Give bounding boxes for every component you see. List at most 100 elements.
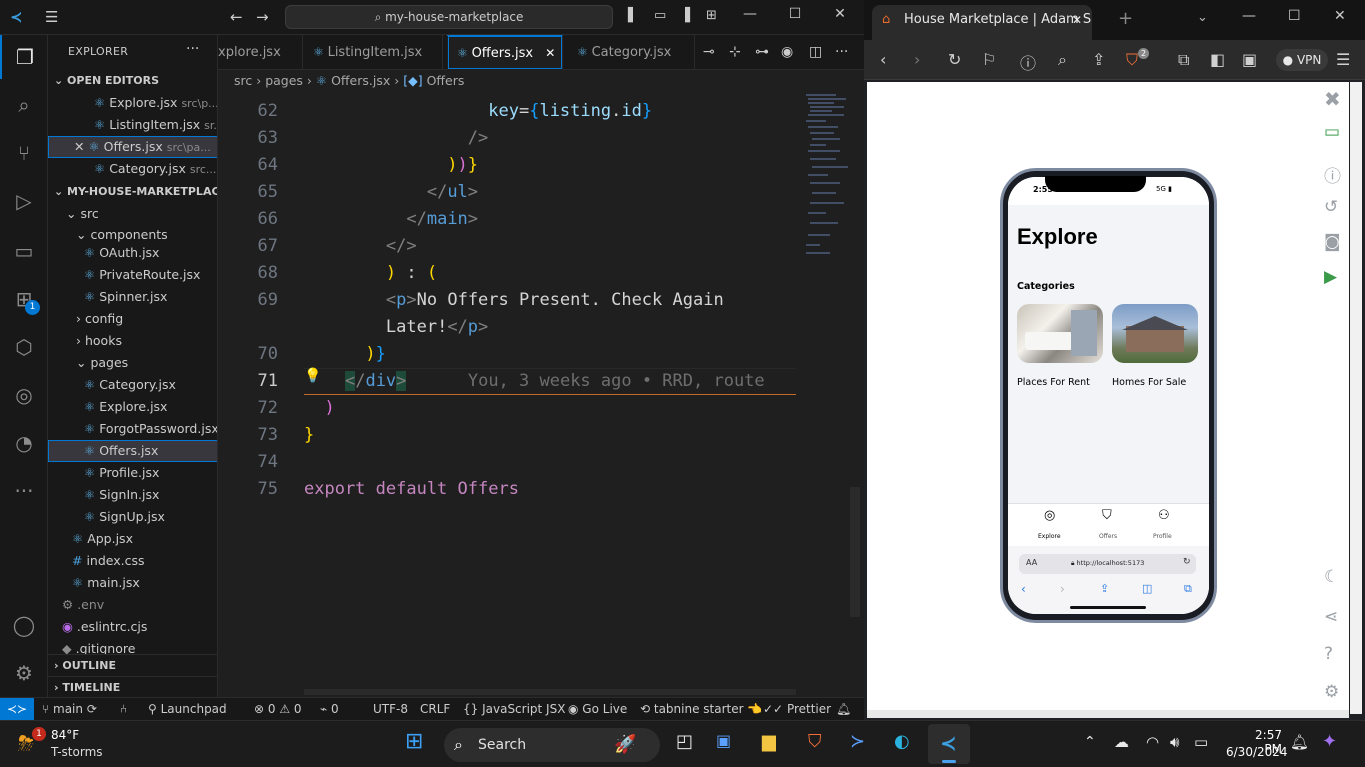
search-icon[interactable]: ⌕ — [0, 83, 48, 127]
extensions-icon[interactable]: ⊞ — [0, 277, 48, 321]
more-actions-icon[interactable]: ··· — [835, 44, 848, 60]
forward-icon[interactable]: › — [914, 50, 920, 69]
breadcrumb-item[interactable]: src — [234, 73, 252, 88]
file-explorer-icon[interactable]: ▆ — [762, 731, 776, 752]
windows-start-icon[interactable]: ⊞ — [405, 729, 423, 754]
battery-icon[interactable]: ▭ — [1194, 733, 1208, 751]
horizontal-scrollbar[interactable] — [867, 710, 1349, 718]
show-hidden-icons-chevron-icon[interactable]: ⌃ — [1084, 734, 1096, 750]
remote-explorer-icon[interactable]: ▭ — [0, 229, 48, 273]
forward-arrow-icon[interactable]: → — [256, 8, 269, 26]
device-new-icon[interactable]: ▭ — [1324, 122, 1340, 142]
file-item-selected[interactable]: ⚛ Offers.jsx — [48, 440, 217, 462]
vscode-taskbar-button[interactable]: ≺ — [928, 724, 970, 764]
horizontal-scrollbar[interactable] — [304, 689, 796, 695]
golive-icon[interactable]: ◉ — [781, 44, 793, 60]
launchpad-status[interactable]: ⚲ Launchpad — [148, 698, 227, 720]
customize-layout-icon[interactable]: ⊞ — [706, 8, 717, 23]
branch-status[interactable]: ⑂ main ⟳ — [42, 698, 97, 720]
site-info-icon[interactable]: ⓘ — [1020, 50, 1036, 74]
extensions-icon[interactable]: ⧉ — [1178, 50, 1189, 70]
remote-indicator-icon[interactable]: ≺≻ — [0, 698, 34, 720]
reload-icon[interactable]: ↻ — [948, 50, 961, 69]
timeline-prev-icon[interactable]: ⊹ — [729, 44, 741, 60]
file-item[interactable]: ⚙ .env — [48, 594, 217, 616]
video-new-icon[interactable]: ▶ — [1324, 267, 1337, 287]
settings-gear-icon[interactable]: ⚙ — [1324, 682, 1339, 702]
folder-hooks[interactable]: › hooks — [48, 330, 217, 352]
toggle-panel-icon[interactable]: ▭ — [654, 8, 666, 23]
notifications-bell-icon[interactable]: 🔔︎ — [1290, 733, 1309, 751]
close-editor-icon[interactable]: ✕ — [74, 139, 88, 154]
file-item[interactable]: ⚛ Explore.jsx — [48, 396, 217, 418]
split-editor-icon[interactable]: ◫ — [809, 44, 822, 60]
places-for-rent-image[interactable] — [1017, 304, 1103, 363]
nav-label[interactable]: Profile — [1153, 533, 1172, 540]
folder-src[interactable]: ⌄ src — [48, 203, 217, 225]
vpn-button[interactable]: ● VPN — [1276, 49, 1328, 71]
copilot-icon[interactable]: ✦ — [1322, 731, 1337, 752]
tabnine-status[interactable]: ⟲ tabnine starter 👈 — [640, 698, 762, 720]
tab-listingitem[interactable]: ⚛ ListingItem.jsx — [303, 35, 443, 70]
compare-icon[interactable]: ⊸ — [703, 44, 715, 60]
file-item[interactable]: ⚛ SignIn.jsx — [48, 484, 217, 506]
explore-compass-icon[interactable]: ◎ — [1044, 508, 1055, 523]
file-item[interactable]: ◉ .eslintrc.cjs — [48, 616, 217, 638]
lightbulb-icon[interactable]: 💡 — [304, 368, 321, 384]
close-button[interactable]: ✕ — [825, 6, 855, 22]
volume-icon[interactable]: 🔊︎ — [1170, 733, 1179, 751]
open-editor-item[interactable]: ⚛ Explore.jsx src\p... — [48, 92, 217, 114]
offers-tag-icon[interactable]: ⛉ — [1102, 508, 1112, 523]
code-editor[interactable]: 62 63 64 65 66 67 68 69 70 71 72 73 74 7… — [218, 92, 864, 697]
browser-tab[interactable]: ⌂ House Marketplace | Adam S ✕ — [872, 5, 1092, 40]
ports-status[interactable]: ⌁ 0 — [320, 698, 339, 720]
safari-reload-icon[interactable]: ↻ — [1183, 557, 1191, 567]
language-status[interactable]: {} JavaScript JSX — [463, 698, 565, 720]
share-icon[interactable]: ⇪ — [1092, 50, 1105, 69]
golive-status[interactable]: ◉ Go Live — [568, 698, 627, 720]
wallet-icon[interactable]: ▣ — [1242, 50, 1257, 69]
command-center[interactable]: ⌕ my-house-marketplace — [285, 5, 613, 29]
package-icon[interactable]: ⬡ — [0, 325, 48, 369]
breadcrumb-item[interactable]: Offers — [427, 73, 465, 88]
weather-temp[interactable]: 84°F — [51, 728, 79, 742]
folder-config[interactable]: › config — [48, 308, 217, 330]
gitlens-icon[interactable]: ◎ — [0, 373, 48, 417]
encoding-status[interactable]: UTF-8 — [373, 698, 408, 720]
tab-explore[interactable]: xplore.jsx — [208, 35, 303, 70]
safari-tabs-icon[interactable]: ⧉ — [1184, 582, 1192, 596]
toggle-sidebar-icon[interactable]: ▌ — [628, 8, 638, 23]
maximize-button[interactable]: ☐ — [780, 6, 810, 22]
close-tab-icon[interactable]: ✕ — [545, 46, 555, 60]
tab-category[interactable]: ⚛ Category.jsx — [567, 35, 695, 70]
run-debug-icon[interactable]: ▷ — [0, 179, 48, 223]
help-icon[interactable]: ? — [1324, 644, 1333, 664]
safari-share-icon[interactable]: ⇪ — [1100, 582, 1109, 595]
file-item[interactable]: ⚛ ForgotPassword.jsx — [48, 418, 217, 440]
open-editor-item[interactable]: ⚛ ListingItem.jsx sr... — [48, 114, 217, 136]
safari-aa[interactable]: AA — [1026, 558, 1037, 567]
file-item[interactable]: ⚛ main.jsx — [48, 572, 217, 594]
nav-label[interactable]: Offers — [1099, 533, 1117, 540]
edge-icon[interactable]: ◐ — [894, 731, 910, 752]
outline-section[interactable]: › OUTLINE — [48, 654, 217, 676]
prime-video-icon[interactable]: ▣ — [716, 731, 731, 750]
toggle-secondary-sidebar-icon[interactable]: ▐ — [680, 8, 690, 23]
file-item[interactable]: ⚛ Profile.jsx — [48, 462, 217, 484]
account-icon[interactable]: ◯ — [0, 603, 48, 647]
more-icon[interactable]: ··· — [0, 469, 48, 513]
category-label[interactable]: Places For Rent — [1017, 377, 1090, 388]
tab-search-chevron-icon[interactable]: ⌄ — [1197, 10, 1208, 25]
wifi-icon[interactable]: ◠ — [1146, 733, 1159, 751]
rotate-icon[interactable]: ↺ — [1324, 197, 1338, 217]
new-tab-icon[interactable]: + — [1118, 8, 1133, 29]
camera-icon[interactable]: ◙ — [1324, 232, 1341, 252]
file-item[interactable]: ⚛ Category.jsx — [48, 374, 217, 396]
project-section[interactable]: ⌄ MY-HOUSE-MARKETPLACE — [48, 181, 217, 203]
clock-date[interactable]: 6/30/2024 — [1226, 745, 1288, 759]
minimize-button[interactable]: — — [735, 6, 765, 22]
timeline-section[interactable]: › TIMELINE — [48, 676, 217, 697]
close-button[interactable]: ✕ — [1334, 8, 1346, 24]
back-arrow-icon[interactable]: ← — [230, 8, 243, 26]
vertical-scrollbar[interactable] — [850, 487, 860, 617]
